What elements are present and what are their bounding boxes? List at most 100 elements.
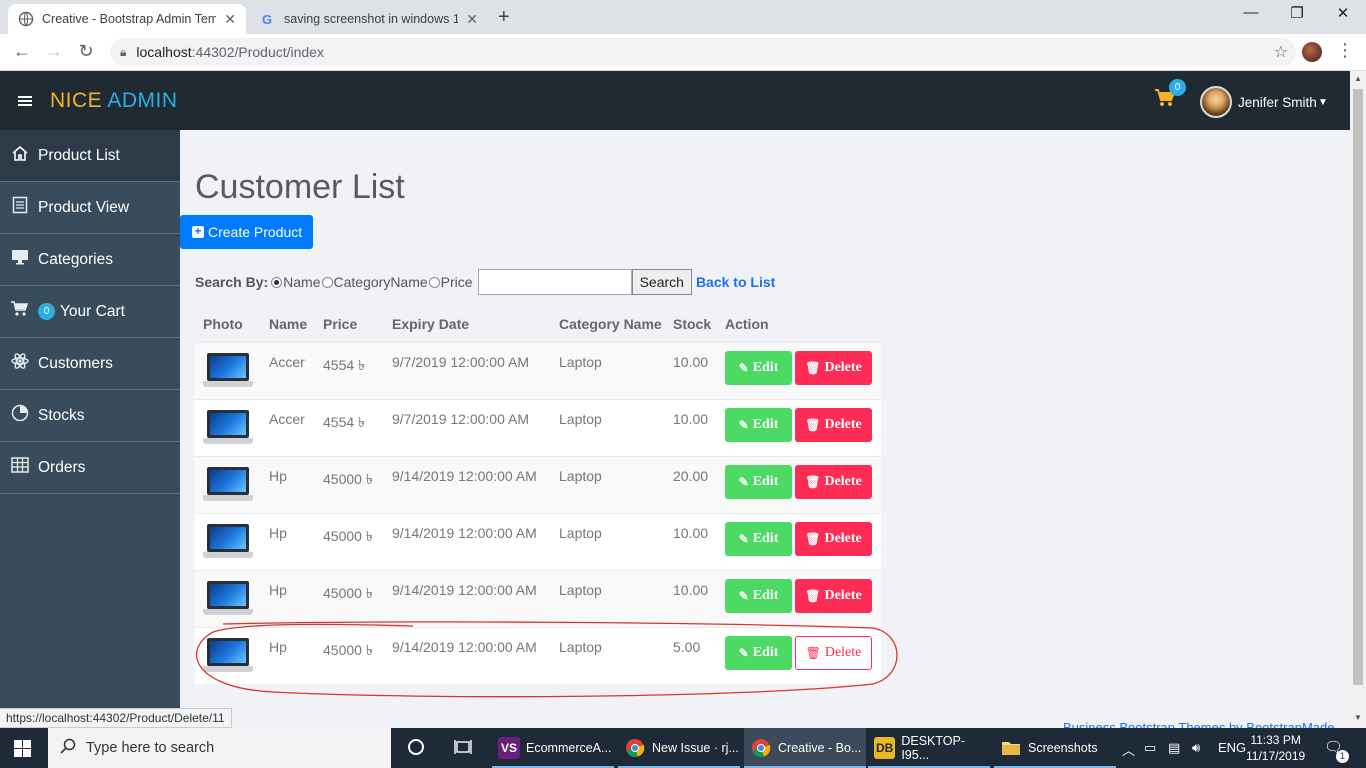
svg-text:G: G	[262, 12, 272, 27]
taskbar-app-label: EcommerceA...	[526, 741, 612, 755]
battery-icon[interactable]: ▭	[1144, 740, 1156, 756]
caret-down-icon[interactable]: ▼	[1318, 97, 1328, 108]
product-expiry: 9/7/2019 12:00:00 AM	[392, 354, 529, 370]
search-by-label: Search By:	[195, 274, 269, 290]
network-icon[interactable]: ▤	[1168, 740, 1180, 756]
product-expiry: 9/14/2019 12:00:00 AM	[392, 468, 537, 484]
delete-button[interactable]: 🗑︎ Delete	[795, 351, 872, 385]
windows-start-icon[interactable]	[14, 740, 31, 760]
taskbar-app-visual-studio[interactable]: VS EcommerceA...	[492, 728, 614, 768]
search-button[interactable]: Search	[631, 269, 692, 295]
taskbar-app-sql-server[interactable]: DB DESKTOP-I95...	[868, 728, 990, 768]
language-indicator[interactable]: ENG	[1218, 740, 1246, 755]
edit-button[interactable]: ✎ Edit	[725, 522, 792, 556]
product-price: 45000 ৳	[323, 471, 373, 487]
minimize-icon[interactable]: —	[1228, 4, 1274, 21]
edit-button[interactable]: ✎ Edit	[725, 408, 792, 442]
plus-square-icon: +	[192, 225, 204, 238]
delete-button[interactable]: 🗑︎ Delete	[795, 522, 872, 556]
edit-label: Edit	[752, 474, 779, 489]
taskbar-clock[interactable]: 11:33 PM 11/17/2019	[1246, 732, 1305, 764]
vertical-scrollbar[interactable]: ▲ ▼	[1350, 71, 1366, 728]
cart-icon	[10, 301, 30, 322]
taskbar-app-chrome-2[interactable]: Creative - Bo...	[744, 728, 866, 768]
user-name[interactable]: Jenifer Smith	[1238, 95, 1317, 110]
scroll-down-arrow-icon[interactable]: ▼	[1354, 713, 1362, 722]
edit-icon: ✎	[738, 417, 749, 432]
taskbar-search-box[interactable]: Type here to search	[48, 728, 391, 768]
browser-tab[interactable]: G saving screenshot in windows 10 ✕	[250, 4, 488, 34]
taskbar-app-chrome-1[interactable]: New Issue · rj...	[618, 728, 740, 768]
delete-button[interactable]: 🗑︎ Delete	[795, 579, 872, 613]
taskbar-app-label: Creative - Bo...	[778, 741, 862, 755]
product-price: 4554 ৳	[323, 357, 366, 373]
edit-button[interactable]: ✎ Edit	[725, 465, 792, 499]
radio-price[interactable]	[428, 276, 440, 288]
task-view-icon[interactable]	[454, 738, 472, 761]
delete-button[interactable]: 🗑︎ Delete	[795, 465, 872, 499]
delete-button[interactable]: 🗑︎ Delete	[795, 408, 872, 442]
radio-category-name[interactable]	[321, 276, 333, 288]
sidebar-item-label: Product List	[38, 146, 120, 164]
close-icon[interactable]: ✕	[466, 11, 478, 28]
table-row: Hp 45000 ৳ 9/14/2019 12:00:00 AM Laptop …	[195, 456, 881, 513]
home-icon	[10, 145, 30, 166]
window-close-icon[interactable]: ✕	[1320, 4, 1366, 22]
chevron-up-icon[interactable]: ︿	[1122, 740, 1135, 759]
sidebar-item-customers[interactable]: Customers	[0, 338, 180, 390]
reload-icon[interactable]: ↻	[74, 41, 98, 62]
url-host: localhost	[136, 44, 192, 60]
product-category: Laptop	[559, 411, 602, 427]
user-avatar[interactable]	[1200, 86, 1232, 118]
back-arrow-icon[interactable]: ←	[10, 41, 34, 62]
notification-count-badge: 1	[1336, 750, 1349, 763]
close-icon[interactable]: ✕	[224, 11, 236, 28]
row-actions: ✎ Edit 🗑︎ Delete	[725, 343, 881, 385]
product-stock: 10.00	[673, 354, 709, 370]
cortana-icon[interactable]	[407, 738, 425, 761]
product-photo	[195, 343, 269, 391]
hamburger-icon[interactable]	[18, 91, 32, 112]
more-menu-icon[interactable]: ⋮	[1336, 40, 1354, 61]
restore-icon[interactable]: ❐	[1274, 4, 1320, 22]
product-category: Laptop	[559, 582, 602, 598]
profile-avatar[interactable]	[1302, 42, 1322, 62]
product-photo	[195, 571, 269, 619]
edit-icon: ✎	[738, 588, 749, 603]
sidebar-item-product-view[interactable]: Product View	[0, 182, 180, 234]
windows-taskbar: Type here to search VS EcommerceA... New…	[0, 728, 1366, 768]
tab-title: saving screenshot in windows 10	[284, 12, 459, 26]
scrollbar-thumb[interactable]	[1353, 89, 1363, 685]
column-header: Photo	[203, 316, 243, 332]
product-stock: 10.00	[673, 525, 709, 541]
edit-button[interactable]: ✎ Edit	[725, 579, 792, 613]
new-tab-button[interactable]: +	[498, 6, 510, 29]
radio-name[interactable]	[271, 276, 283, 288]
browser-tab-active[interactable]: Creative - Bootstrap Admin Temp ✕	[8, 4, 246, 34]
row-actions: ✎ Edit 🗑︎ Delete	[725, 400, 881, 442]
sidebar-item-categories[interactable]: Categories	[0, 234, 180, 286]
table-row: Accer 4554 ৳ 9/7/2019 12:00:00 AM Laptop…	[195, 399, 881, 456]
star-icon[interactable]: ☆	[1274, 42, 1288, 62]
brand-logo[interactable]: NICE ADMIN	[50, 89, 178, 113]
sidebar-item-product-list[interactable]: Product List	[0, 130, 180, 182]
taskbar-app-explorer[interactable]: Screenshots	[994, 728, 1116, 768]
sidebar-item-orders[interactable]: Orders	[0, 442, 180, 494]
scroll-up-arrow-icon[interactable]: ▲	[1354, 74, 1362, 83]
browser-toolbar: ← → ↻ 🔒︎ localhost:44302/Product/index ☆…	[0, 34, 1366, 71]
volume-icon[interactable]: 🔊︎	[1192, 740, 1200, 756]
back-to-list-link[interactable]: Back to List	[696, 274, 775, 290]
pie-chart-icon	[10, 404, 30, 427]
atom-icon	[10, 352, 30, 375]
forward-arrow-icon[interactable]: →	[42, 41, 66, 62]
product-photo	[195, 514, 269, 562]
row-actions: ✎ Edit 🗑︎ Delete	[725, 457, 881, 499]
create-product-button[interactable]: + Create Product	[180, 215, 313, 249]
trash-icon: 🗑︎	[805, 474, 821, 489]
sidebar-item-stocks[interactable]: Stocks	[0, 390, 180, 442]
edit-button[interactable]: ✎ Edit	[725, 351, 792, 385]
sidebar-item-your-cart[interactable]: 0 Your Cart	[0, 286, 180, 338]
search-input[interactable]	[477, 269, 632, 295]
address-bar[interactable]: 🔒︎ localhost:44302/Product/index ☆	[110, 38, 1296, 66]
delete-label: Delete	[824, 531, 862, 546]
